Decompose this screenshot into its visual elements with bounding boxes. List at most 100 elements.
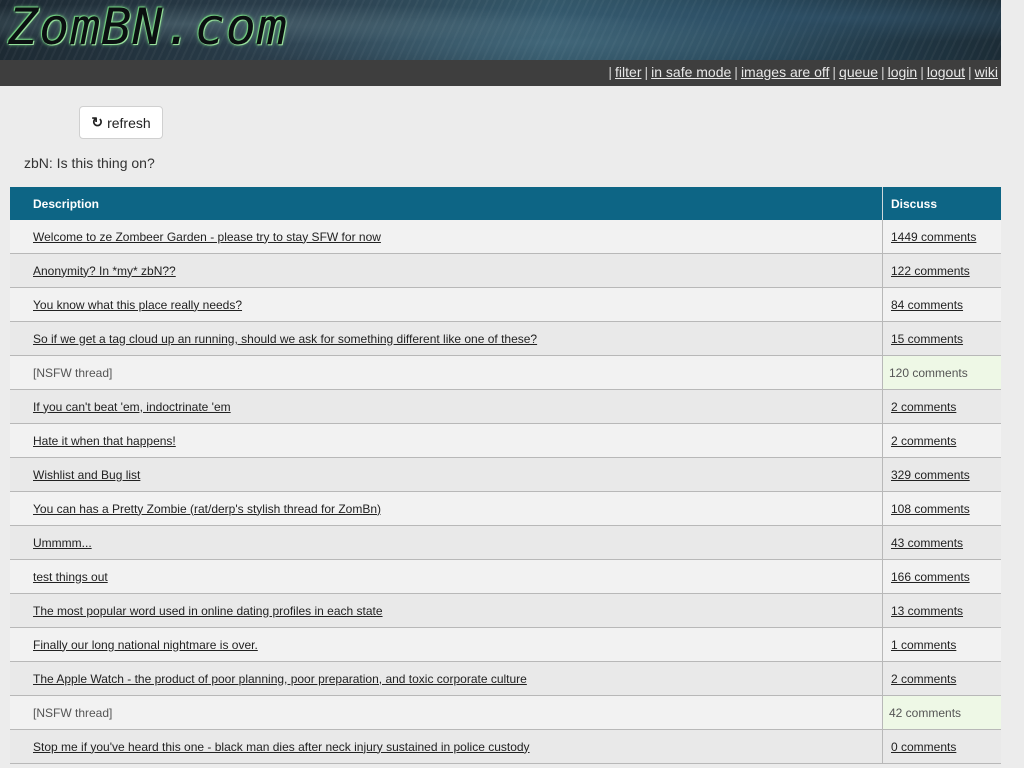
table-row: You can has a Pretty Zombie (rat/derp's … xyxy=(10,491,1001,526)
comments-link[interactable]: 2 comments xyxy=(891,400,956,414)
comment-count: 120 comments xyxy=(889,365,968,380)
thread-title-link[interactable]: Welcome to ze Zombeer Garden - please tr… xyxy=(33,230,381,244)
comment-count: 42 comments xyxy=(889,705,962,720)
table-row: Wishlist and Bug list 329 comments xyxy=(10,457,1001,492)
comments-link[interactable]: 15 comments xyxy=(891,332,963,346)
comments-link[interactable]: 108 comments xyxy=(891,502,970,516)
thread-description-cell: Stop me if you've heard this one - black… xyxy=(10,729,883,764)
thread-table: Description Discuss Welcome to ze Zombee… xyxy=(10,187,1001,764)
thread-title-link[interactable]: Ummmm... xyxy=(33,536,92,550)
table-row: [NSFW thread] 42 comments xyxy=(10,695,1001,730)
thread-title-link[interactable]: Anonymity? In *my* zbN?? xyxy=(33,264,176,278)
comments-link[interactable]: 0 comments xyxy=(891,740,956,754)
thread-description-cell: The Apple Watch - the product of poor pl… xyxy=(10,661,883,696)
thread-description-cell: Finally our long national nightmare is o… xyxy=(10,627,883,662)
comments-link[interactable]: 1449 comments xyxy=(891,230,976,244)
table-row: Finally our long national nightmare is o… xyxy=(10,627,1001,662)
nav-link-login[interactable]: login xyxy=(888,64,918,80)
nav-link-logout[interactable]: logout xyxy=(927,64,965,80)
thread-description-cell: So if we get a tag cloud up an running, … xyxy=(10,321,883,356)
thread-description-cell: Anonymity? In *my* zbN?? xyxy=(10,253,883,288)
table-row: [NSFW thread] 120 comments xyxy=(10,355,1001,390)
site-message: zbN: Is this thing on? xyxy=(24,155,155,171)
thread-title-link[interactable]: The Apple Watch - the product of poor pl… xyxy=(33,672,527,686)
refresh-button[interactable]: ↻ refresh xyxy=(79,106,163,139)
thread-title-link[interactable]: The most popular word used in online dat… xyxy=(33,604,383,618)
nav-separator: | xyxy=(880,64,885,80)
top-nav: | filter | in safe mode | images are off | queu… xyxy=(0,60,1001,86)
nav-link-wiki[interactable]: wiki xyxy=(975,64,998,80)
nav-separator: | xyxy=(832,64,837,80)
comments-link[interactable]: 329 comments xyxy=(891,468,970,482)
table-row: Ummmm... 43 comments xyxy=(10,525,1001,560)
comments-link[interactable]: 2 comments xyxy=(891,434,956,448)
nav-link-in-safe-mode[interactable]: in safe mode xyxy=(651,64,731,80)
table-row: You know what this place really needs? 84… xyxy=(10,287,1001,322)
comments-link[interactable]: 43 comments xyxy=(891,536,963,550)
table-row: Stop me if you've heard this one - black… xyxy=(10,729,1001,764)
thread-description-cell: Wishlist and Bug list xyxy=(10,457,883,492)
thread-discuss-cell: 43 comments xyxy=(882,525,1001,560)
comments-link[interactable]: 122 comments xyxy=(891,264,970,278)
thread-discuss-cell: 42 comments xyxy=(882,695,1001,730)
table-row: Hate it when that happens! 2 comments xyxy=(10,423,1001,458)
thread-discuss-cell: 2 comments xyxy=(882,423,1001,458)
comments-link[interactable]: 2 comments xyxy=(891,672,956,686)
nav-links: | filter | in safe mode | images are off | queu… xyxy=(605,64,998,80)
nav-separator: | xyxy=(608,64,613,80)
column-header-description: Description xyxy=(10,187,883,220)
thread-discuss-cell: 329 comments xyxy=(882,457,1001,492)
thread-description-cell: You know what this place really needs? xyxy=(10,287,883,322)
thread-title-link[interactable]: Wishlist and Bug list xyxy=(33,468,140,482)
thread-description-cell: The most popular word used in online dat… xyxy=(10,593,883,628)
table-row: test things out 166 comments xyxy=(10,559,1001,594)
nav-link-images-are-off[interactable]: images are off xyxy=(741,64,829,80)
comments-link[interactable]: 13 comments xyxy=(891,604,963,618)
thread-title-link[interactable]: test things out xyxy=(33,570,108,584)
nav-link-queue[interactable]: queue xyxy=(839,64,878,80)
thread-title-link[interactable]: If you can't beat 'em, indoctrinate 'em xyxy=(33,400,231,414)
thread-list: Welcome to ze Zombeer Garden - please tr… xyxy=(10,220,1001,764)
thread-description-cell: Welcome to ze Zombeer Garden - please tr… xyxy=(10,220,883,254)
nav-separator: | xyxy=(920,64,924,80)
thread-title-link[interactable]: You can has a Pretty Zombie (rat/derp's … xyxy=(33,502,381,516)
comments-link[interactable]: 166 comments xyxy=(891,570,970,584)
refresh-icon: ↻ xyxy=(91,114,104,130)
thread-title-link[interactable]: Hate it when that happens! xyxy=(33,434,176,448)
thread-title-link[interactable]: You know what this place really needs? xyxy=(33,298,242,312)
table-header-row: Description Discuss xyxy=(10,187,1001,220)
table-row: Welcome to ze Zombeer Garden - please tr… xyxy=(10,220,1001,254)
thread-discuss-cell: 120 comments xyxy=(882,355,1001,390)
thread-discuss-cell: 1 comments xyxy=(882,627,1001,662)
thread-title-link[interactable]: So if we get a tag cloud up an running, … xyxy=(33,332,537,346)
table-row: The Apple Watch - the product of poor pl… xyxy=(10,661,1001,696)
thread-discuss-cell: 166 comments xyxy=(882,559,1001,594)
thread-description-cell: test things out xyxy=(10,559,883,594)
table-row: Anonymity? In *my* zbN?? 122 comments xyxy=(10,253,1001,288)
comments-link[interactable]: 1 comments xyxy=(891,638,956,652)
table-row: If you can't beat 'em, indoctrinate 'em 2… xyxy=(10,389,1001,424)
thread-description-cell: [NSFW thread] xyxy=(10,695,883,730)
thread-discuss-cell: 15 comments xyxy=(882,321,1001,356)
thread-title-link[interactable]: Stop me if you've heard this one - black… xyxy=(33,740,530,754)
nav-separator: | xyxy=(644,64,649,80)
thread-title-link[interactable]: Finally our long national nightmare is o… xyxy=(33,638,258,652)
thread-discuss-cell: 108 comments xyxy=(882,491,1001,526)
column-header-discuss: Discuss xyxy=(882,187,1001,220)
nsfw-thread-label: [NSFW thread] xyxy=(33,365,113,380)
thread-description-cell: If you can't beat 'em, indoctrinate 'em xyxy=(10,389,883,424)
thread-description-cell: Ummmm... xyxy=(10,525,883,560)
nav-link-filter[interactable]: filter xyxy=(615,64,641,80)
site-banner: ZomBN.com xyxy=(0,0,1001,60)
thread-discuss-cell: 122 comments xyxy=(882,253,1001,288)
thread-discuss-cell: 13 comments xyxy=(882,593,1001,628)
thread-discuss-cell: 1449 comments xyxy=(882,220,1001,254)
nsfw-thread-label: [NSFW thread] xyxy=(33,705,113,720)
thread-discuss-cell: 84 comments xyxy=(882,287,1001,322)
thread-discuss-cell: 2 comments xyxy=(882,661,1001,696)
refresh-label: refresh xyxy=(107,114,151,131)
table-row: The most popular word used in online dat… xyxy=(10,593,1001,628)
site-logo[interactable]: ZomBN.com xyxy=(8,0,288,56)
thread-discuss-cell: 2 comments xyxy=(882,389,1001,424)
comments-link[interactable]: 84 comments xyxy=(891,298,963,312)
